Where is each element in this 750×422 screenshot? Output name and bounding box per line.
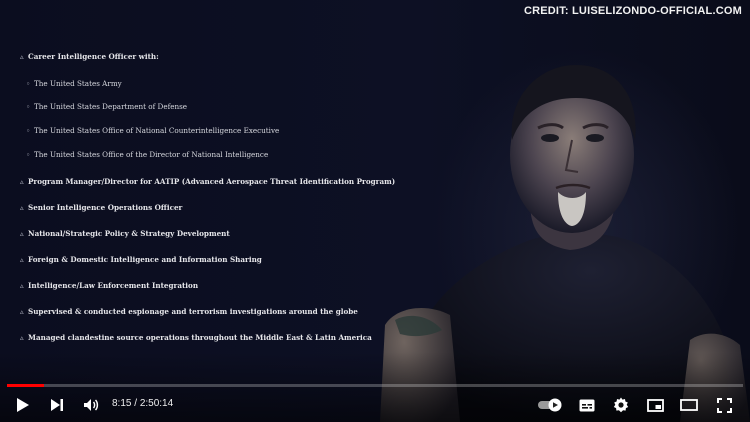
sub-bullet-icon: ◦: [26, 126, 31, 135]
resume-heading-text: Career Intelligence Officer with:: [28, 52, 159, 61]
resume-item-text: Program Manager/Director for AATIP (Adva…: [28, 177, 396, 186]
resume-item: ▵ Program Manager/Director for AATIP (Adv…: [20, 177, 395, 186]
fullscreen-button[interactable]: [713, 395, 735, 415]
next-icon: [51, 399, 63, 411]
resume-employer: ◦ The United States Department of Defense: [26, 102, 187, 111]
resume-heading: ▵ Career Intelligence Officer with:: [20, 52, 159, 61]
bullet-icon: ▵: [20, 229, 24, 238]
resume-employer: ◦ The United States Office of National Co…: [26, 126, 279, 135]
bullet-icon: ▵: [20, 203, 24, 212]
progress-played: [7, 384, 44, 387]
resume-item: ▵ Managed clandestine source operations t…: [20, 333, 372, 342]
resume-item-text: Intelligence/Law Enforcement Integration: [28, 281, 199, 290]
bullet-icon: ▵: [20, 177, 24, 186]
resume-item: ▵ Supervised & conducted espionage and te…: [20, 307, 358, 316]
sub-bullet-icon: ◦: [26, 79, 31, 88]
resume-item: ▵ Senior Intelligence Operations Officer: [20, 203, 182, 212]
autoplay-toggle-icon: [538, 398, 562, 412]
bullet-icon: ▵: [20, 333, 24, 342]
theater-mode-button[interactable]: [678, 395, 700, 415]
resume-employer-text: The United States Department of Defense: [34, 102, 188, 111]
bullet-icon: ▵: [20, 52, 24, 61]
resume-item-text: National/Strategic Policy & Strategy Dev…: [28, 229, 230, 238]
resume-item-text: Foreign & Domestic Intelligence and Info…: [28, 255, 262, 264]
resume-item-text: Managed clandestine source operations th…: [28, 333, 372, 342]
resume-employer: ◦ The United States Office of the Directo…: [26, 150, 268, 159]
sub-bullet-icon: ◦: [26, 150, 31, 159]
resume-item: ▵ National/Strategic Policy & Strategy De…: [20, 229, 230, 238]
next-button[interactable]: [46, 395, 68, 415]
autoplay-toggle[interactable]: [536, 395, 564, 415]
resume-item-text: Supervised & conducted espionage and ter…: [28, 307, 358, 316]
resume-employer-text: The United States Office of National Cou…: [34, 126, 280, 135]
sub-bullet-icon: ◦: [26, 102, 31, 111]
resume-item-text: Senior Intelligence Operations Officer: [28, 203, 183, 212]
fullscreen-icon: [716, 397, 732, 413]
settings-icon: [613, 397, 629, 413]
time-separator: /: [131, 398, 140, 409]
settings-button[interactable]: [610, 395, 632, 415]
subtitles-button[interactable]: [576, 395, 598, 415]
resume-item: ▵ Foreign & Domestic Intelligence and Inf…: [20, 255, 262, 264]
resume-employer-text: The United States Office of the Director…: [34, 150, 269, 159]
theater-mode-icon: [680, 399, 698, 411]
volume-icon: [84, 399, 99, 411]
resume-employer-text: The United States Army: [34, 79, 122, 88]
current-time: 8:15: [112, 398, 132, 409]
resume-employer: ◦ The United States Army: [26, 79, 122, 88]
bullet-icon: ▵: [20, 307, 24, 316]
subtitles-icon: [579, 399, 595, 411]
resume-item: ▵ Intelligence/Law Enforcement Integratio…: [20, 281, 198, 290]
controls-gradient: [0, 352, 750, 422]
time-display: 8:15 / 2:50:14: [112, 398, 173, 409]
play-button[interactable]: [12, 395, 34, 415]
bullet-icon: ▵: [20, 255, 24, 264]
credit-caption: CREDIT: LUISELIZONDO-OFFICIAL.COM: [523, 5, 742, 17]
miniplayer-icon: [646, 398, 664, 412]
volume-button[interactable]: [80, 395, 102, 415]
play-icon: [17, 398, 29, 412]
progress-bar[interactable]: [7, 384, 743, 387]
miniplayer-button[interactable]: [644, 395, 666, 415]
duration: 2:50:14: [139, 398, 174, 409]
bullet-icon: ▵: [20, 281, 24, 290]
video-frame[interactable]: CREDIT: LUISELIZONDO-OFFICIAL.COM ▵ Caree…: [0, 0, 750, 422]
